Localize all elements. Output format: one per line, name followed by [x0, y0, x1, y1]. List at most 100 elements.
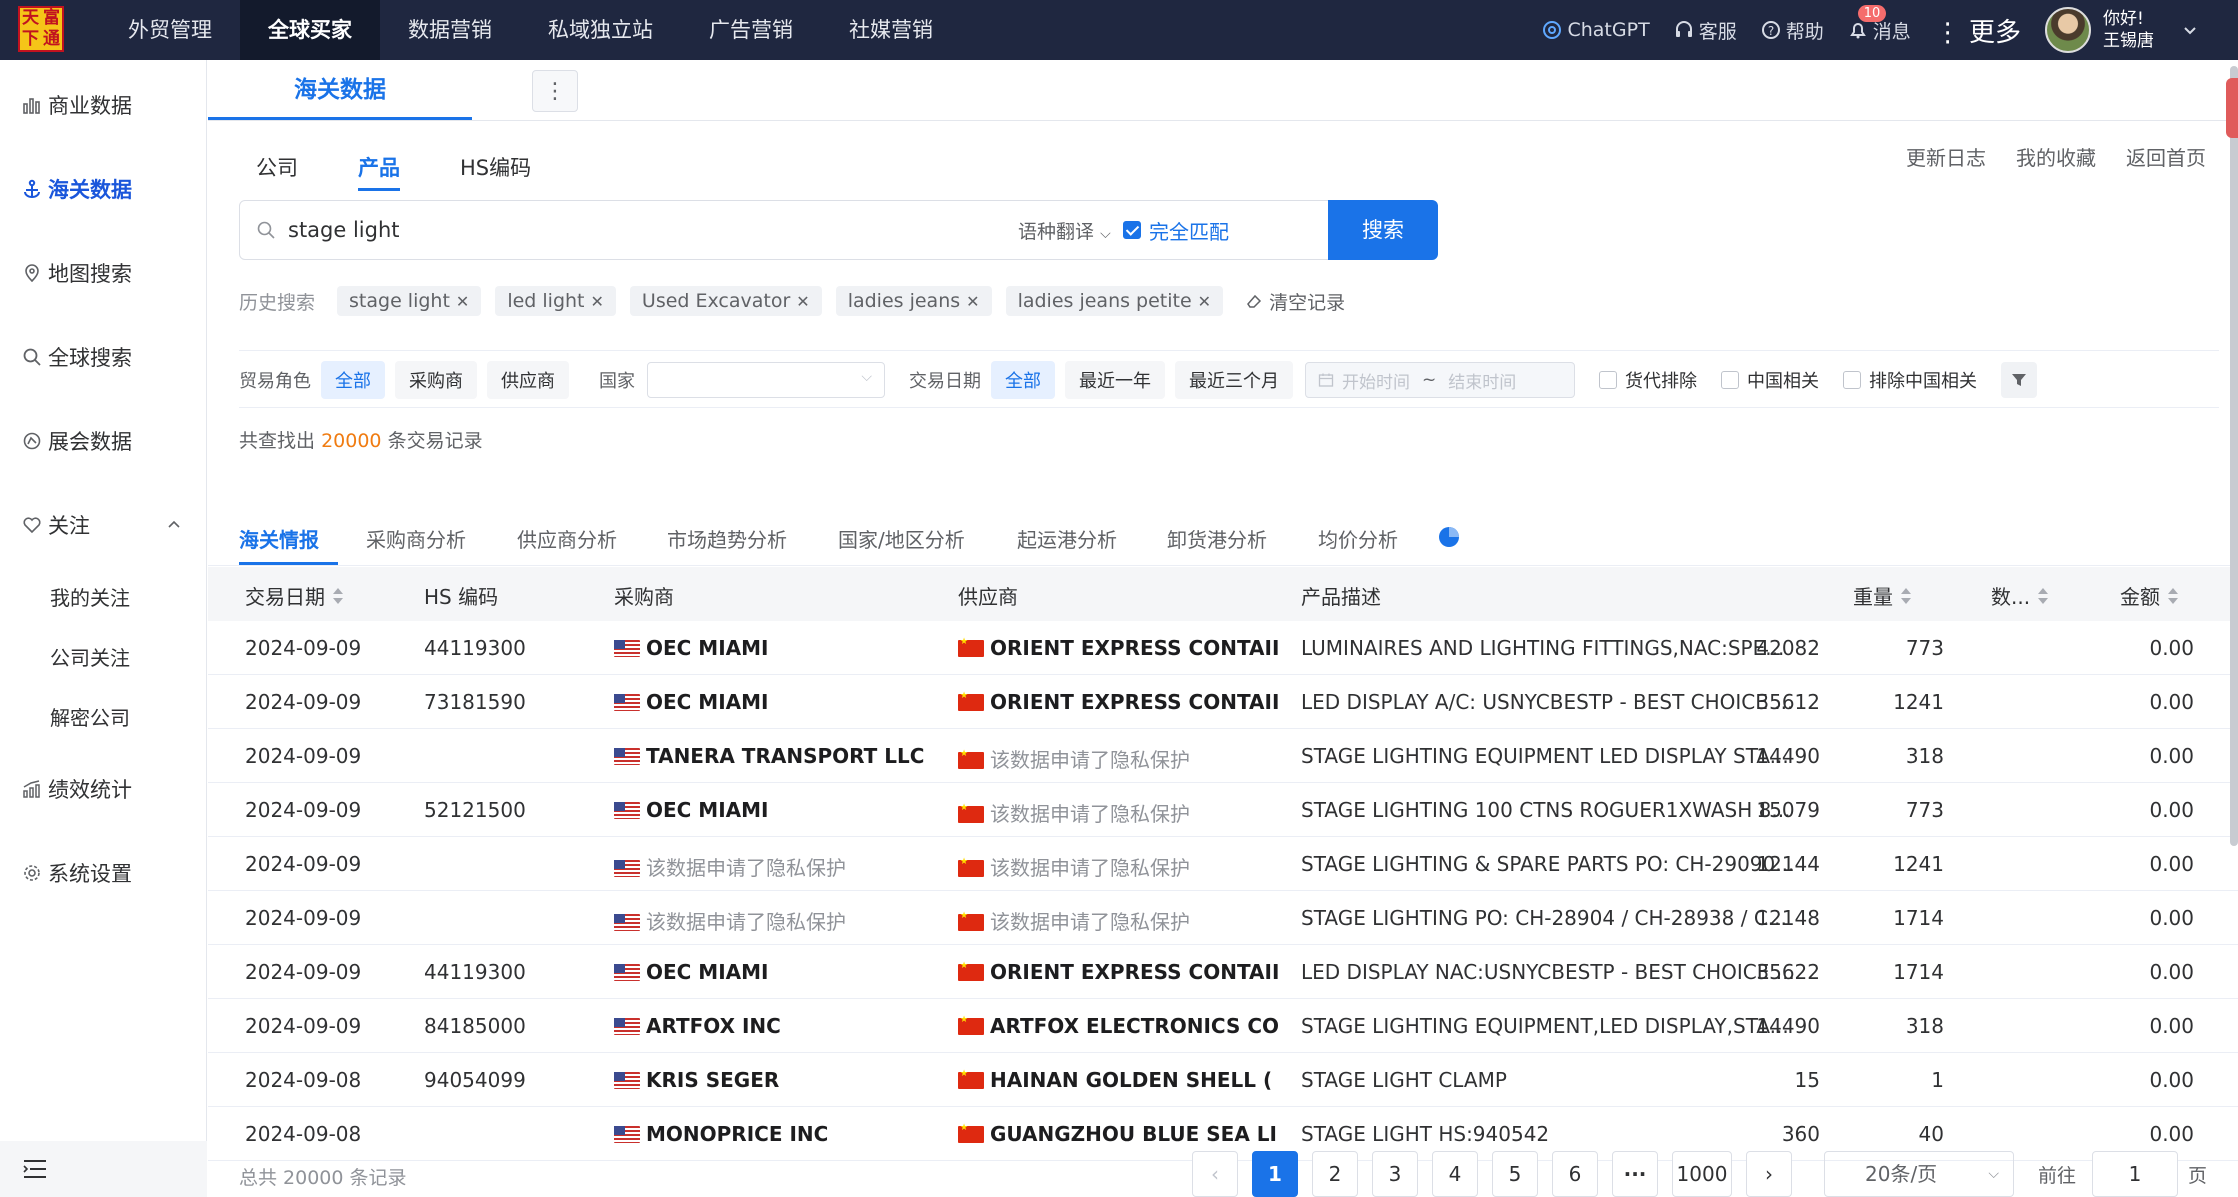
- tab-customs-data[interactable]: 海关数据: [208, 60, 472, 120]
- column-header-quantity[interactable]: 数...: [1991, 581, 2049, 610]
- goto-page-input[interactable]: 1: [2092, 1151, 2178, 1197]
- history-chip[interactable]: Used Excavator ✕: [629, 286, 822, 316]
- cell-supplier[interactable]: ORIENT EXPRESS CONTAII: [958, 636, 1288, 660]
- tab-origin-port-analysis[interactable]: 起运港分析: [1017, 524, 1117, 553]
- sidebar-item-exhibition-data[interactable]: 展会数据: [22, 426, 132, 456]
- cell-buyer[interactable]: OEC MIAMI: [614, 960, 944, 984]
- cell-supplier[interactable]: HAINAN GOLDEN SHELL (: [958, 1068, 1288, 1092]
- collapse-menu-icon[interactable]: [22, 1158, 48, 1180]
- app-logo[interactable]: 天 富 下 通: [18, 6, 64, 52]
- favorites-link[interactable]: 我的收藏: [2016, 142, 2096, 171]
- date-option-last-year[interactable]: 最近一年: [1065, 361, 1165, 399]
- country-select[interactable]: ⌵: [647, 362, 885, 398]
- nav-data-marketing[interactable]: 数据营销: [380, 0, 520, 60]
- tab-country-analysis[interactable]: 国家/地区分析: [838, 524, 965, 553]
- sidebar-item-company-follows[interactable]: 公司关注: [50, 642, 130, 671]
- table-row[interactable]: 2024-09-09 84185000 ARTFOX INC ARTFOX ELECT…: [208, 999, 2238, 1053]
- tab-supplier-analysis[interactable]: 供应商分析: [517, 524, 617, 553]
- cell-buyer[interactable]: ARTFOX INC: [614, 1014, 944, 1038]
- sidebar-item-performance[interactable]: 绩效统计: [22, 774, 132, 804]
- history-chip[interactable]: stage light ✕: [337, 286, 482, 316]
- nav-foreign-trade[interactable]: 外贸管理: [100, 0, 240, 60]
- nav-ad-marketing[interactable]: 广告营销: [681, 0, 821, 60]
- tab-avg-price-analysis[interactable]: 均价分析: [1318, 524, 1398, 553]
- close-icon[interactable]: ✕: [591, 292, 604, 311]
- customer-service-link[interactable]: 客服: [1674, 17, 1737, 44]
- page-button[interactable]: 1000: [1672, 1151, 1732, 1197]
- page-button[interactable]: 3: [1372, 1151, 1418, 1197]
- cell-supplier[interactable]: ORIENT EXPRESS CONTAII: [958, 960, 1288, 984]
- close-icon[interactable]: ✕: [456, 292, 469, 311]
- nav-private-site[interactable]: 私域独立站: [520, 0, 681, 60]
- sidebar-item-global-search[interactable]: 全球搜索: [22, 342, 132, 372]
- page-button[interactable]: 6: [1552, 1151, 1598, 1197]
- subtab-company[interactable]: 公司: [256, 152, 298, 182]
- messages-link[interactable]: 10 消息: [1848, 4, 1911, 44]
- nav-social-marketing[interactable]: 社媒营销: [821, 0, 961, 60]
- cell-buyer[interactable]: OEC MIAMI: [614, 690, 944, 714]
- close-icon[interactable]: ✕: [796, 292, 809, 311]
- table-row[interactable]: 2024-09-09 44119300 OEC MIAMI ORIENT EXPRES…: [208, 621, 2238, 675]
- sort-icon[interactable]: [2038, 587, 2049, 604]
- cell-supplier[interactable]: 该数据申请了隐私保护: [958, 744, 1288, 773]
- cell-buyer[interactable]: TANERA TRANSPORT LLC: [614, 744, 944, 768]
- subtab-product[interactable]: 产品: [358, 152, 400, 191]
- nav-global-buyers[interactable]: 全球买家: [240, 0, 380, 60]
- exclude-china-checkbox[interactable]: 排除中国相关: [1843, 367, 1977, 393]
- sort-icon[interactable]: [333, 587, 343, 604]
- sort-icon[interactable]: [2168, 587, 2178, 604]
- tab-discharge-port-analysis[interactable]: 卸货港分析: [1167, 524, 1267, 553]
- table-row[interactable]: 2024-09-09该数据申请了隐私保护该数据申请了隐私保护STAGE LIGH…: [208, 891, 2238, 945]
- history-chip[interactable]: ladies jeans petite ✕: [1005, 286, 1224, 316]
- role-option-buyer[interactable]: 采购商: [395, 361, 477, 399]
- tab-customs-intel[interactable]: 海关情报: [239, 524, 319, 553]
- page-size-select[interactable]: 20条/页 ⌵: [1824, 1151, 2014, 1197]
- cell-supplier[interactable]: 该数据申请了隐私保护: [958, 852, 1288, 881]
- page-button[interactable]: 1: [1252, 1151, 1298, 1197]
- sidebar-item-follow[interactable]: 关注: [22, 510, 187, 540]
- cell-supplier[interactable]: ARTFOX ELECTRONICS CO: [958, 1014, 1288, 1038]
- language-translate-dropdown[interactable]: 语种翻译 ⌵: [1018, 217, 1111, 244]
- more-menu[interactable]: ⋮ 更多: [1935, 12, 2021, 49]
- column-header-date[interactable]: 交易日期: [245, 581, 343, 610]
- tab-buyer-analysis[interactable]: 采购商分析: [366, 524, 466, 553]
- table-row[interactable]: 2024-09-0952121500OEC MIAMI该数据申请了隐私保护STA…: [208, 783, 2238, 837]
- role-option-all[interactable]: 全部: [321, 361, 385, 399]
- page-button[interactable]: 4: [1432, 1151, 1478, 1197]
- page-ellipsis-button[interactable]: ···: [1612, 1151, 1658, 1197]
- chevron-down-icon[interactable]: [2182, 22, 2198, 38]
- cell-buyer[interactable]: 该数据申请了隐私保护: [614, 852, 944, 881]
- sidebar-item-my-follows[interactable]: 我的关注: [50, 582, 130, 611]
- pie-chart-icon[interactable]: [1438, 526, 1460, 548]
- exact-match-checkbox[interactable]: 完全匹配: [1123, 216, 1229, 245]
- exclude-forwarder-checkbox[interactable]: 货代排除: [1599, 367, 1697, 393]
- date-option-last-3-months[interactable]: 最近三个月: [1175, 361, 1293, 399]
- cell-buyer[interactable]: OEC MIAMI: [614, 798, 944, 822]
- column-header-amount[interactable]: 金额: [2120, 581, 2178, 610]
- update-log-link[interactable]: 更新日志: [1906, 142, 1986, 171]
- close-icon[interactable]: ✕: [1198, 292, 1211, 311]
- tab-more-button[interactable]: ⋮: [532, 70, 578, 112]
- filter-button[interactable]: [2001, 362, 2037, 398]
- table-row[interactable]: 2024-09-09 TANERA TRANSPORT LLC 该数据申请了隐私保护…: [208, 729, 2238, 783]
- home-link[interactable]: 返回首页: [2126, 142, 2206, 171]
- sidebar-item-customs-data[interactable]: 海关数据: [22, 174, 132, 204]
- sidebar-item-map-search[interactable]: 地图搜索: [22, 258, 132, 288]
- side-drawer-handle[interactable]: [2226, 78, 2238, 138]
- sidebar-item-decrypt-company[interactable]: 解密公司: [50, 702, 130, 731]
- user-avatar[interactable]: [2045, 7, 2091, 53]
- page-button[interactable]: 5: [1492, 1151, 1538, 1197]
- sidebar-item-settings[interactable]: 系统设置: [22, 858, 132, 888]
- table-row[interactable]: 2024-09-09 73181590 OEC MIAMI ORIENT EXPRES…: [208, 675, 2238, 729]
- column-header-weight[interactable]: 重量: [1853, 581, 1911, 610]
- chatgpt-link[interactable]: ChatGPT: [1542, 19, 1650, 41]
- table-row[interactable]: 2024-09-08 94054099 KRIS SEGER HAINAN GOLDE…: [208, 1053, 2238, 1107]
- page-button[interactable]: 2: [1312, 1151, 1358, 1197]
- history-chip[interactable]: led light ✕: [495, 286, 616, 316]
- next-page-button[interactable]: ›: [1746, 1151, 1792, 1197]
- cell-supplier[interactable]: 该数据申请了隐私保护: [958, 906, 1288, 935]
- vertical-scrollbar[interactable]: [2230, 66, 2238, 846]
- cell-buyer[interactable]: OEC MIAMI: [614, 636, 944, 660]
- prev-page-button[interactable]: ‹: [1192, 1151, 1238, 1197]
- date-option-all[interactable]: 全部: [991, 361, 1055, 399]
